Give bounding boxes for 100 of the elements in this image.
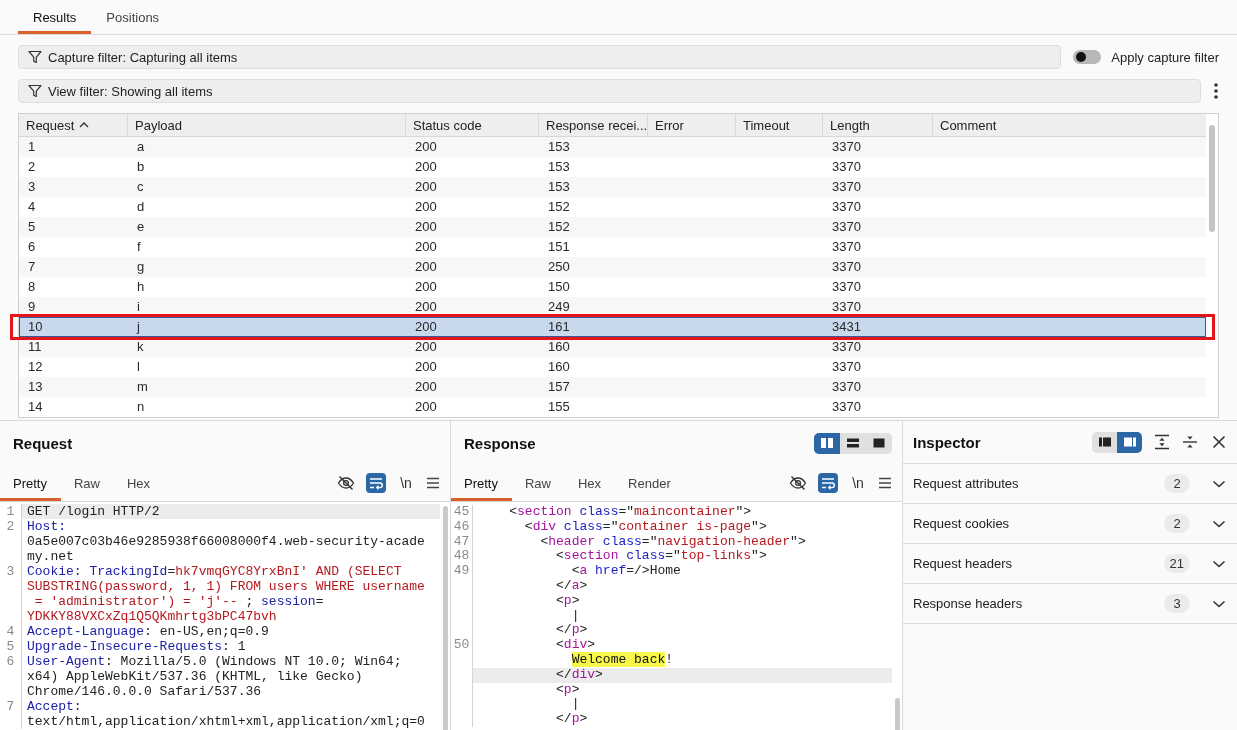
collapse-icon[interactable]: [1182, 434, 1198, 450]
newline-button[interactable]: \n: [848, 473, 868, 493]
table-cell-text: 151: [547, 238, 570, 256]
panel-left-icon: [1097, 436, 1112, 448]
table-cell-text: 153: [547, 178, 570, 196]
line-number: 6: [0, 654, 22, 669]
line-number: 5: [0, 639, 22, 654]
table-row[interactable]: 12 l 200 160 3370: [19, 357, 1206, 377]
wrap-button[interactable]: [818, 473, 838, 493]
tab[interactable]: Positions: [91, 0, 175, 34]
toggle-switch[interactable]: [1073, 50, 1102, 64]
code-line: my.net: [27, 549, 74, 564]
table-cell-text: b: [136, 158, 145, 176]
table-cell-text: 200: [414, 218, 437, 236]
table-row[interactable]: 9 i 200 249 3370: [19, 297, 1206, 317]
tab[interactable]: Results: [18, 0, 92, 34]
table-cell-text: 5: [27, 218, 36, 236]
table-row[interactable]: 6 f 200 151 3370: [19, 237, 1206, 257]
tab[interactable]: Render: [615, 465, 685, 501]
column-header[interactable]: Error: [648, 114, 736, 136]
table-cell-text: 200: [414, 238, 437, 256]
code-line: Host:: [27, 519, 66, 534]
table-cell-text: 250: [547, 258, 570, 276]
code-line: Cookie: TrackingId=hk7vmqGYC8YrxBnI' AND (SELECT: [27, 564, 402, 579]
vertical-dots-icon[interactable]: [1213, 82, 1219, 100]
table-cell-text: 7: [27, 258, 36, 276]
line-number: 47: [451, 534, 473, 550]
count-badge: 2: [1164, 474, 1190, 493]
table-cell-text: 200: [414, 198, 437, 216]
table-cell-text: 155: [547, 398, 570, 416]
table-cell-text: 11: [27, 338, 42, 356]
code-line: <div class="container is-page">: [524, 518, 767, 534]
table-row[interactable]: 14 n 200 155 3370: [19, 397, 1206, 417]
funnel-icon: [28, 50, 42, 64]
table-row[interactable]: 8 h 200 150 3370: [19, 277, 1206, 297]
tab[interactable]: Hex: [565, 465, 616, 501]
table-row[interactable]: 13 m 200 157 3370: [19, 377, 1206, 397]
line-number: 4: [0, 624, 22, 639]
close-icon[interactable]: [1212, 435, 1226, 449]
menu-icon[interactable]: [426, 477, 440, 489]
expand-icon[interactable]: [1154, 434, 1170, 450]
scrollbar-thumb[interactable]: [442, 506, 448, 730]
capture-filter-bar[interactable]: Capture filter: Capturing all items: [18, 45, 1062, 69]
funnel-icon: [28, 84, 42, 98]
code-line: <p>: [556, 592, 580, 608]
table-cell-text: 4: [27, 198, 36, 216]
table-cell-text: 200: [414, 378, 437, 396]
table-cell-text: 13: [27, 378, 43, 396]
tab[interactable]: Raw: [511, 465, 565, 501]
table-cell-text: 249: [547, 298, 570, 316]
menu-icon[interactable]: [878, 477, 892, 489]
view-filter-bar[interactable]: View filter: Showing all items: [18, 79, 1201, 103]
inspector-section[interactable]: Request cookies 2: [903, 504, 1237, 544]
code-line: YDKKY88VXCxZq1Q5QKmhrtg3bPC47bvh: [27, 609, 277, 624]
table-cell-text: 3370: [831, 138, 861, 156]
scrollbar-thumb[interactable]: [1209, 125, 1215, 232]
column-header[interactable]: Comment: [933, 114, 1206, 136]
column-header[interactable]: Response recei...: [539, 114, 648, 136]
table-cell-text: 160: [547, 338, 570, 356]
column-header[interactable]: Timeout: [736, 114, 823, 136]
code-line: <a href=/>Home: [571, 563, 681, 579]
table-cell-text: 3370: [831, 198, 861, 216]
eye-slash-icon: [337, 475, 355, 491]
line-number: 46: [451, 519, 473, 535]
column-header[interactable]: Length: [823, 114, 933, 136]
tab[interactable]: Hex: [114, 465, 165, 501]
table-row[interactable]: 1 a 200 153 3370: [19, 137, 1206, 157]
table-row[interactable]: 3 c 200 153 3370: [19, 177, 1206, 197]
inspector-section[interactable]: Request headers 21: [903, 544, 1237, 584]
column-header[interactable]: Status code: [406, 114, 539, 136]
tab[interactable]: Raw: [60, 465, 114, 501]
inspector-section[interactable]: Request attributes 2: [903, 464, 1237, 504]
table-cell-text: 3370: [831, 278, 861, 296]
table-cell-text: 3370: [831, 378, 861, 396]
column-header[interactable]: Payload: [128, 114, 406, 136]
count-badge: 3: [1164, 594, 1190, 613]
scrollbar-thumb[interactable]: [894, 698, 900, 730]
eye-slash-icon: [789, 475, 807, 491]
code-line: GET /login HTTP/2: [27, 504, 160, 519]
inspector-section[interactable]: Response headers 3: [903, 584, 1237, 624]
table-cell-text: e: [136, 218, 145, 236]
wrap-lines-icon: [821, 476, 835, 490]
wrap-button[interactable]: [366, 473, 386, 493]
table-cell-text: 6: [27, 238, 36, 256]
code-line: = 'administrator') = 'j'-- ; session=: [34, 594, 324, 609]
table-row[interactable]: 5 e 200 152 3370: [19, 217, 1206, 237]
table-cell-text: i: [136, 298, 140, 316]
line-number: 50: [451, 638, 473, 653]
table-cell-text: 153: [547, 158, 570, 176]
table-row[interactable]: 4 d 200 152 3370: [19, 197, 1206, 217]
table-cell-text: 200: [414, 358, 437, 376]
table-cell-text: 3: [27, 178, 36, 196]
table-row[interactable]: 2 b 200 153 3370: [19, 157, 1206, 177]
newline-button[interactable]: \n: [396, 473, 416, 493]
column-header[interactable]: Request: [19, 114, 128, 136]
code-line: </p>: [556, 711, 588, 727]
code-line: </a>: [556, 578, 588, 593]
wrap-lines-icon: [369, 476, 383, 490]
table-row[interactable]: 7 g 200 250 3370: [19, 257, 1206, 277]
count-badge: 2: [1164, 514, 1190, 533]
